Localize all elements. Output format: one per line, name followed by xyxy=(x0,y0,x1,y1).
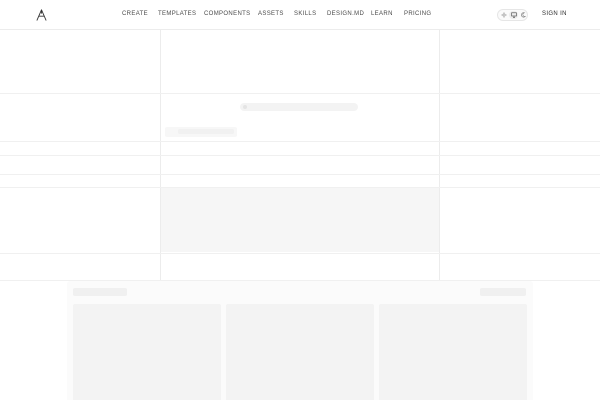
page: CREATE TEMPLATES COMPONENTS ASSETS SKILL… xyxy=(0,0,600,400)
nav-link-components[interactable]: COMPONENTS xyxy=(204,11,251,17)
nav-link-skills[interactable]: SKILLS xyxy=(294,11,316,17)
announcement-badge-placeholder xyxy=(240,103,358,111)
grid-row-divider xyxy=(0,174,600,175)
nav-link-learn[interactable]: LEARN xyxy=(371,11,393,17)
grid-row-divider xyxy=(0,141,600,142)
badge-dot xyxy=(243,105,247,109)
theme-light-button[interactable] xyxy=(499,11,508,19)
sun-icon xyxy=(500,12,507,18)
heading-placeholder-line xyxy=(178,129,234,134)
gallery-card-placeholder[interactable] xyxy=(226,304,374,400)
section-title-placeholder xyxy=(73,288,127,296)
gallery-card-placeholder[interactable] xyxy=(379,304,527,400)
nav-link-templates[interactable]: TEMPLATES xyxy=(158,11,196,17)
nav-link-design-md[interactable]: DESIGN.MD xyxy=(327,11,364,17)
moon-icon xyxy=(520,12,526,18)
grid-divider xyxy=(439,30,440,295)
nav-link-pricing[interactable]: PRICING xyxy=(404,11,431,17)
grid-row-divider xyxy=(0,253,600,254)
gallery-card-placeholder[interactable] xyxy=(73,304,221,400)
theme-system-button[interactable] xyxy=(509,11,518,19)
hero-media-placeholder xyxy=(161,188,439,252)
theme-switcher xyxy=(497,9,528,21)
grid-row-divider xyxy=(0,155,600,156)
view-all-placeholder xyxy=(480,288,526,296)
grid-divider xyxy=(160,30,161,295)
grid-row-divider xyxy=(0,93,600,94)
theme-dark-button[interactable] xyxy=(519,11,528,19)
nav-link-create[interactable]: CREATE xyxy=(122,11,148,17)
top-nav: CREATE TEMPLATES COMPONENTS ASSETS SKILL… xyxy=(0,0,600,30)
nav-link-assets[interactable]: ASSETS xyxy=(258,11,284,17)
monitor-icon xyxy=(510,12,517,18)
sign-in-button[interactable]: SIGN IN xyxy=(542,11,567,17)
